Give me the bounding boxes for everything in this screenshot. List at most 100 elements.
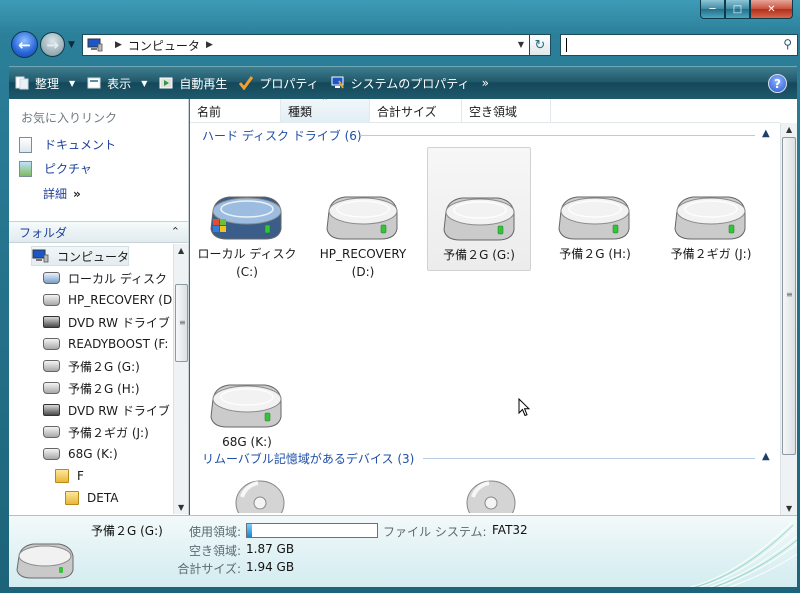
tree-item-label: DVD RW ドライブ xyxy=(68,403,170,418)
decorative-swoosh-icon xyxy=(688,521,797,587)
group-header-removable[interactable]: リムーバブル記憶域があるデバイス (3) xyxy=(202,449,414,467)
close-button[interactable]: ✕ xyxy=(750,0,793,19)
total-size-value: 1.94 GB xyxy=(246,560,295,574)
drive-tile[interactable]: HP_RECOVERY (D:) xyxy=(311,147,415,279)
maximize-button[interactable]: □ xyxy=(725,0,750,19)
computer-icon xyxy=(32,249,49,263)
drive-tile[interactable]: ローカル ディスク (C:) xyxy=(195,147,299,279)
address-bar[interactable]: ▶ コンピュータ ▶ ▼ xyxy=(82,34,530,56)
group-header-hard-disks[interactable]: ハード ディスク ドライブ (6) xyxy=(202,126,362,144)
dvd-drive-icon xyxy=(43,404,60,416)
column-header-total-size[interactable]: 合計サイズ xyxy=(370,99,462,123)
tree-item[interactable]: 68G (K:) xyxy=(43,444,118,464)
scroll-down-icon[interactable]: ▼ xyxy=(786,504,792,513)
drive-label: 予備２G (H:) xyxy=(559,247,631,261)
scroll-up-icon[interactable]: ▲ xyxy=(786,125,792,134)
tree-item[interactable]: 予備２ギガ (J:) xyxy=(43,422,149,442)
forward-button[interactable]: → xyxy=(40,32,65,57)
back-button[interactable]: ← xyxy=(11,31,38,58)
checkmark-icon xyxy=(239,76,254,91)
drive-label: 予備２ギガ (J:) xyxy=(670,247,752,261)
favorite-link-documents[interactable]: ドキュメント xyxy=(19,136,116,153)
dvd-drive-icon[interactable] xyxy=(465,477,517,513)
collapse-group-icon[interactable]: ▲ xyxy=(762,128,770,139)
dvd-drive-icon[interactable] xyxy=(234,477,286,513)
drive-tile[interactable]: 予備２G (H:) xyxy=(543,147,647,271)
drive-tile[interactable]: 68G (K:) xyxy=(195,335,299,459)
tree-item-label: ローカル ディスク xyxy=(68,271,167,286)
favorite-link-pictures[interactable]: ピクチャ xyxy=(19,160,92,177)
drive-label: 予備２G (G:) xyxy=(443,248,515,262)
content-pane: 名前 ⌃ 種類 合計サイズ 空き領域 ハード ディスク ドライブ (6) ▲ ロ… xyxy=(190,97,797,515)
tree-item-label: 予備２G (G:) xyxy=(68,359,140,374)
search-icon[interactable]: ⚲ xyxy=(783,37,792,51)
tree-item[interactable]: READYBOOST (F: xyxy=(43,334,168,354)
tree-item[interactable]: コンピュータ xyxy=(31,246,129,266)
document-icon xyxy=(19,136,32,153)
autoplay-icon xyxy=(159,76,173,90)
tree-item[interactable]: DVD RW ドライブ xyxy=(43,312,170,332)
folder-icon xyxy=(65,491,79,505)
minimize-button[interactable]: ─ xyxy=(700,0,725,19)
properties-button[interactable]: プロパティ xyxy=(233,67,324,99)
scrollbar-thumb[interactable]: ≡ xyxy=(782,137,796,455)
chevron-up-icon[interactable]: ⌃ xyxy=(171,225,180,238)
computer-icon xyxy=(87,38,103,52)
tree-item[interactable]: 予備２G (G:) xyxy=(43,356,140,376)
text-caret xyxy=(566,38,567,52)
used-space-label: 使用領域: xyxy=(188,525,241,539)
view-icon xyxy=(87,76,101,90)
organize-menu[interactable]: 整理 ▼ xyxy=(9,67,81,99)
column-header-type[interactable]: ⌃ 種類 xyxy=(281,97,370,123)
more-commands-button[interactable]: » xyxy=(476,67,495,99)
file-system-label: ファイル システム: xyxy=(383,525,487,539)
breadcrumb-computer[interactable]: コンピュータ xyxy=(128,37,200,54)
hard-drive-icon xyxy=(326,196,398,240)
grip-icon: ≡ xyxy=(786,290,793,299)
caption-buttons: ─ □ ✕ xyxy=(700,0,793,19)
address-dropdown-icon[interactable]: ▼ xyxy=(518,40,524,49)
system-properties-label: システムのプロパティ xyxy=(350,76,470,91)
collapse-group-icon[interactable]: ▲ xyxy=(762,451,770,462)
drive-label: HP_RECOVERY xyxy=(319,247,407,261)
tree-item[interactable]: HP_RECOVERY (D xyxy=(43,290,172,310)
folder-tree: コンピュータ ローカル ディスク HP_RECOVERY (D DVD RW ドライブ… xyxy=(9,244,173,512)
file-system-value: FAT32 xyxy=(492,523,528,537)
tree-item[interactable]: F xyxy=(55,466,84,486)
breadcrumb-separator-icon[interactable]: ▶ xyxy=(206,40,213,50)
tree-item[interactable]: DETA xyxy=(65,488,118,508)
tree-item-label: コンピュータ xyxy=(57,249,130,264)
column-header-name[interactable]: 名前 xyxy=(190,99,281,123)
free-space-label: 空き領域: xyxy=(188,544,241,558)
command-bar: 整理 ▼ 表示 ▼ 自動再生 プロパティ システムのプロパティ » ? xyxy=(9,66,797,99)
drive-icon xyxy=(43,360,60,372)
folders-header[interactable]: フォルダ ⌃ xyxy=(9,221,188,243)
scroll-up-icon[interactable]: ▲ xyxy=(178,246,184,255)
more-commands-label: » xyxy=(481,76,489,90)
recent-pages-dropdown[interactable]: ▼ xyxy=(68,40,75,50)
hard-drive-icon xyxy=(558,196,630,240)
content-scrollbar[interactable]: ▲ ≡ ▼ xyxy=(780,123,797,515)
help-button[interactable]: ? xyxy=(768,74,787,93)
total-size-label: 合計サイズ: xyxy=(177,562,241,576)
column-header-free-space[interactable]: 空き領域 xyxy=(462,99,551,123)
breadcrumb-separator-icon[interactable]: ▶ xyxy=(115,40,122,50)
tree-item[interactable]: DVD RW ドライブ xyxy=(43,400,170,420)
favorites-header: お気に入りリンク xyxy=(21,111,118,125)
view-menu[interactable]: 表示 ▼ xyxy=(81,67,153,99)
folder-tree-scrollbar[interactable]: ▲ ≡ ▼ xyxy=(173,244,188,514)
scrollbar-thumb[interactable]: ≡ xyxy=(175,284,188,362)
more-links[interactable]: 詳細 » xyxy=(43,185,81,202)
drive-tile[interactable]: 予備２ギガ (J:) xyxy=(659,147,763,271)
scroll-down-icon[interactable]: ▼ xyxy=(178,503,184,512)
folders-label: フォルダ xyxy=(19,225,68,240)
tree-item[interactable]: 予備２G (H:) xyxy=(43,378,140,398)
autoplay-button[interactable]: 自動再生 xyxy=(153,67,233,99)
system-properties-button[interactable]: システムのプロパティ xyxy=(325,67,476,99)
tree-item-label: 予備２G (H:) xyxy=(68,381,140,396)
refresh-button[interactable]: ↻ xyxy=(529,34,551,56)
search-input[interactable]: ⚲ xyxy=(560,34,798,56)
drive-tile[interactable]: 予備２G (G:) xyxy=(427,147,531,271)
tree-item[interactable]: ローカル ディスク xyxy=(43,268,167,288)
hard-drive-icon xyxy=(210,384,282,428)
